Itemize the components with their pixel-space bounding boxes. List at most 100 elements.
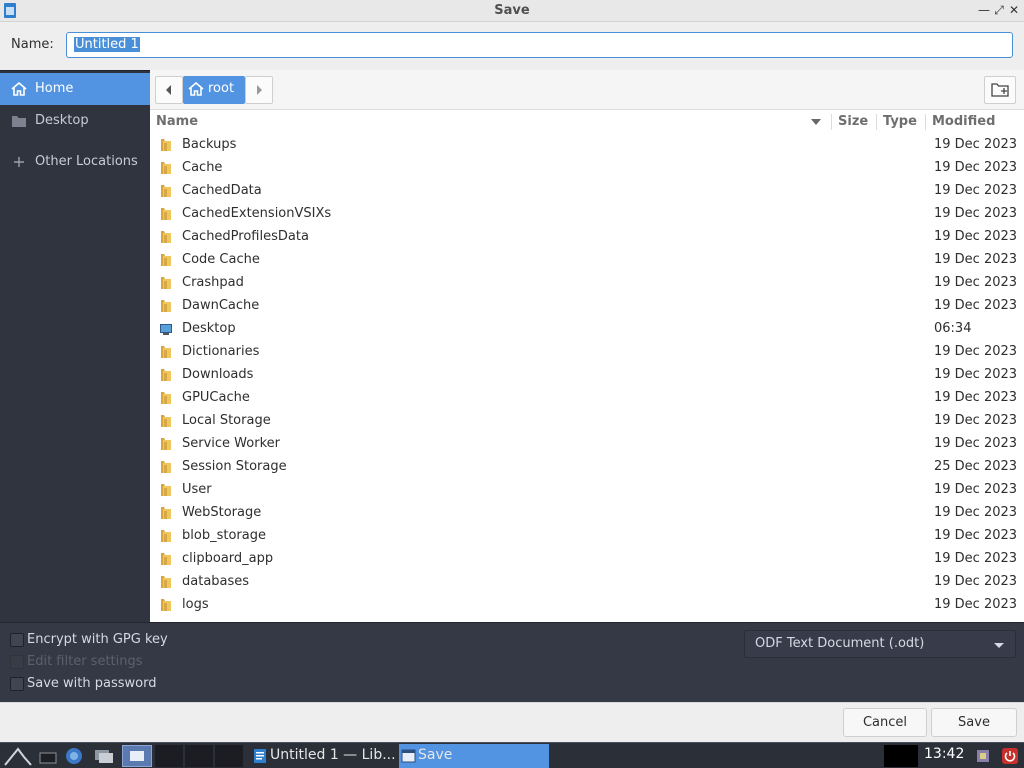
workspace-4[interactable] <box>215 745 243 767</box>
sidebar-item-other-locations[interactable]: Other Locations <box>0 146 150 178</box>
file-name: Cache <box>182 160 223 175</box>
file-row[interactable]: Backups 19 Dec 2023 <box>150 134 1024 157</box>
folder-icon <box>159 460 173 474</box>
folder-icon <box>159 598 173 612</box>
title-bar: Save — ⤢ ✕ <box>0 0 1024 22</box>
path-button-root[interactable]: root <box>183 76 245 104</box>
maximize-icon[interactable]: ⤢ <box>991 1 1007 19</box>
chevron-right-icon <box>257 85 262 95</box>
file-modified: 19 Dec 2023 <box>934 344 1018 359</box>
path-label: root <box>208 81 235 96</box>
save-button[interactable]: Save <box>931 708 1017 737</box>
file-modified: 19 Dec 2023 <box>934 574 1018 589</box>
folder-icon <box>159 368 173 382</box>
workspace-3[interactable] <box>185 745 213 767</box>
browser-icon[interactable] <box>62 745 86 767</box>
workspace-2[interactable] <box>155 745 183 767</box>
file-row[interactable]: clipboard_app 19 Dec 2023 <box>150 548 1024 571</box>
file-row[interactable]: GPUCache 19 Dec 2023 <box>150 387 1024 410</box>
file-row[interactable]: CachedExtensionVSIXs 19 Dec 2023 <box>150 203 1024 226</box>
file-row[interactable]: WebStorage 19 Dec 2023 <box>150 502 1024 525</box>
file-row[interactable]: blob_storage 19 Dec 2023 <box>150 525 1024 548</box>
file-row[interactable]: Crashpad 19 Dec 2023 <box>150 272 1024 295</box>
close-icon[interactable]: ✕ <box>1006 1 1022 19</box>
file-name: GPUCache <box>182 390 250 405</box>
file-row[interactable]: Cache 19 Dec 2023 <box>150 157 1024 180</box>
folder-icon <box>159 345 173 359</box>
task-label: Save <box>418 747 453 763</box>
column-name[interactable]: Name <box>156 114 198 129</box>
desktop-icon <box>159 322 173 336</box>
network-icon[interactable] <box>974 745 992 767</box>
filetype-value: ODF Text Document (.odt) <box>755 636 925 651</box>
clock: 13:42 <box>924 746 965 762</box>
file-name: Crashpad <box>182 275 244 290</box>
folder-icon <box>159 552 173 566</box>
folder-icon <box>159 207 173 221</box>
back-button[interactable] <box>155 76 183 104</box>
cancel-button[interactable]: Cancel <box>843 708 927 737</box>
terminal-icon[interactable] <box>38 745 58 767</box>
column-header: Name Size Type Modified <box>150 110 1024 134</box>
file-name: CachedExtensionVSIXs <box>182 206 332 221</box>
file-row[interactable]: Dictionaries 19 Dec 2023 <box>150 341 1024 364</box>
home-icon <box>188 81 204 100</box>
folder-icon <box>159 575 173 589</box>
minimize-icon[interactable]: — <box>976 1 992 19</box>
file-row[interactable]: logs 19 Dec 2023 <box>150 594 1024 617</box>
forward-button[interactable] <box>245 76 273 104</box>
file-modified: 19 Dec 2023 <box>934 482 1018 497</box>
folder-icon <box>159 529 173 543</box>
name-label: Name: <box>11 37 54 52</box>
file-row[interactable]: DawnCache 19 Dec 2023 <box>150 295 1024 318</box>
column-size[interactable]: Size <box>838 114 868 129</box>
file-row[interactable]: databases 19 Dec 2023 <box>150 571 1024 594</box>
file-row[interactable]: Session Storage 25 Dec 2023 <box>150 456 1024 479</box>
file-modified: 19 Dec 2023 <box>934 229 1018 244</box>
file-row[interactable]: Code Cache 19 Dec 2023 <box>150 249 1024 272</box>
options-panel: Encrypt with GPG key Edit filter setting… <box>0 622 1024 702</box>
new-folder-button[interactable] <box>984 76 1016 104</box>
file-name: WebStorage <box>182 505 262 520</box>
file-row[interactable]: Local Storage 19 Dec 2023 <box>150 410 1024 433</box>
power-icon[interactable] <box>1000 745 1020 767</box>
new-folder-icon <box>991 83 1009 97</box>
sidebar-item-desktop[interactable]: Desktop <box>0 105 150 137</box>
file-row[interactable]: Service Worker 19 Dec 2023 <box>150 433 1024 456</box>
file-name: clipboard_app <box>182 551 274 566</box>
sidebar-item-label: Home <box>35 81 74 96</box>
dialog-icon <box>401 749 416 767</box>
encrypt-checkbox[interactable] <box>10 633 24 647</box>
column-modified[interactable]: Modified <box>932 114 995 129</box>
file-modified: 19 Dec 2023 <box>934 390 1018 405</box>
file-row[interactable]: User 19 Dec 2023 <box>150 479 1024 502</box>
folder-icon <box>159 276 173 290</box>
sidebar-item-label: Desktop <box>35 113 89 128</box>
file-modified: 19 Dec 2023 <box>934 436 1018 451</box>
file-modified: 19 Dec 2023 <box>934 206 1018 221</box>
chevron-left-icon <box>166 85 171 95</box>
sidebar-item-home[interactable]: Home <box>0 73 150 105</box>
show-desktop-icon[interactable] <box>122 745 152 767</box>
file-browser: root Name Size Type Modified Backups 19 D… <box>150 70 1024 622</box>
sort-down-icon[interactable] <box>811 119 821 125</box>
file-manager-icon[interactable] <box>92 745 116 767</box>
filename-input[interactable]: Untitled 1 <box>66 32 1013 58</box>
path-bar: root <box>150 70 1024 110</box>
task-save-dialog[interactable]: Save <box>399 744 549 768</box>
folder-icon <box>159 483 173 497</box>
file-name: Desktop <box>182 321 236 336</box>
file-modified: 06:34 <box>934 321 972 336</box>
file-row[interactable]: Downloads 19 Dec 2023 <box>150 364 1024 387</box>
task-writer[interactable]: Untitled 1 — Lib... <box>251 744 397 768</box>
file-modified: 19 Dec 2023 <box>934 298 1018 313</box>
file-row[interactable]: CachedData 19 Dec 2023 <box>150 180 1024 203</box>
file-row[interactable]: CachedProfilesData 19 Dec 2023 <box>150 226 1024 249</box>
save-password-checkbox[interactable] <box>10 677 24 691</box>
start-menu-icon[interactable] <box>2 745 34 767</box>
file-row[interactable]: Desktop 06:34 <box>150 318 1024 341</box>
file-name: databases <box>182 574 250 589</box>
column-type[interactable]: Type <box>883 114 917 129</box>
folder-icon <box>159 414 173 428</box>
filetype-dropdown[interactable]: ODF Text Document (.odt) <box>744 630 1016 658</box>
